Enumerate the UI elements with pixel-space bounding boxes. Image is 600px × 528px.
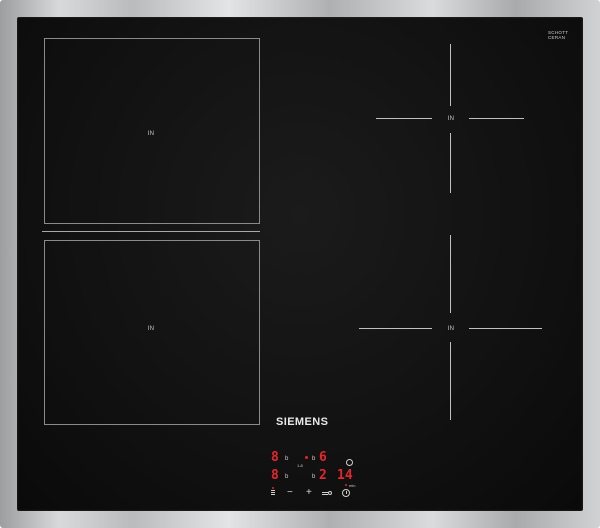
timer-unit-label: min: [349, 483, 356, 488]
timer-indicator-dot: [345, 484, 347, 486]
rear-right-zone-vmark-bottom: [450, 133, 451, 193]
rear-right-zone-hmark-right: [469, 118, 524, 119]
front-right-indicator: b: [312, 474, 316, 480]
left-zones-divider: [42, 231, 260, 232]
rear-left-zone-label: IN: [147, 131, 155, 137]
rear-right-zone-hmark-left: [376, 118, 432, 119]
timer-icon[interactable]: [342, 489, 350, 497]
front-left-power-display[interactable]: 8: [271, 469, 279, 482]
front-left-zone-label: IN: [147, 326, 155, 332]
plus-icon[interactable]: +: [306, 488, 312, 498]
rear-left-indicator: b: [285, 456, 289, 462]
rear-right-zone-vmark-top: [450, 44, 451, 106]
front-right-zone-vmark-bottom: [450, 342, 451, 420]
front-right-zone-hmark-right: [469, 328, 542, 329]
glass-ceramic-hob: IN IN IN IN SCHOTT CERAN SIEMENS 8 b 1-8…: [17, 17, 583, 511]
boost-icon[interactable]: [322, 491, 333, 496]
power-icon[interactable]: [346, 459, 353, 466]
front-right-zone-label[interactable]: IN: [448, 326, 455, 332]
combine-indicator-dot: [305, 456, 308, 459]
minus-icon[interactable]: −: [287, 488, 293, 498]
front-right-power-display[interactable]: 2: [319, 469, 327, 482]
ceran-text: CERAN: [548, 35, 566, 40]
front-left-zone[interactable]: [44, 240, 260, 425]
rear-left-power-display[interactable]: 8: [271, 451, 279, 464]
childlock-icon[interactable]: [271, 487, 275, 496]
rear-right-zone-label[interactable]: IN: [448, 116, 455, 122]
brand-logo: SIEMENS: [276, 416, 329, 428]
rear-right-indicator: b: [312, 456, 316, 462]
timer-display[interactable]: 14: [337, 469, 353, 482]
combine-label: 1-8: [297, 463, 303, 468]
front-right-zone-vmark-top: [450, 235, 451, 313]
schott-ceran-logo: SCHOTT CERAN: [548, 30, 568, 44]
rear-right-power-display[interactable]: 6: [319, 451, 327, 464]
front-left-indicator: b: [285, 474, 289, 480]
front-right-zone-hmark-left: [359, 328, 432, 329]
